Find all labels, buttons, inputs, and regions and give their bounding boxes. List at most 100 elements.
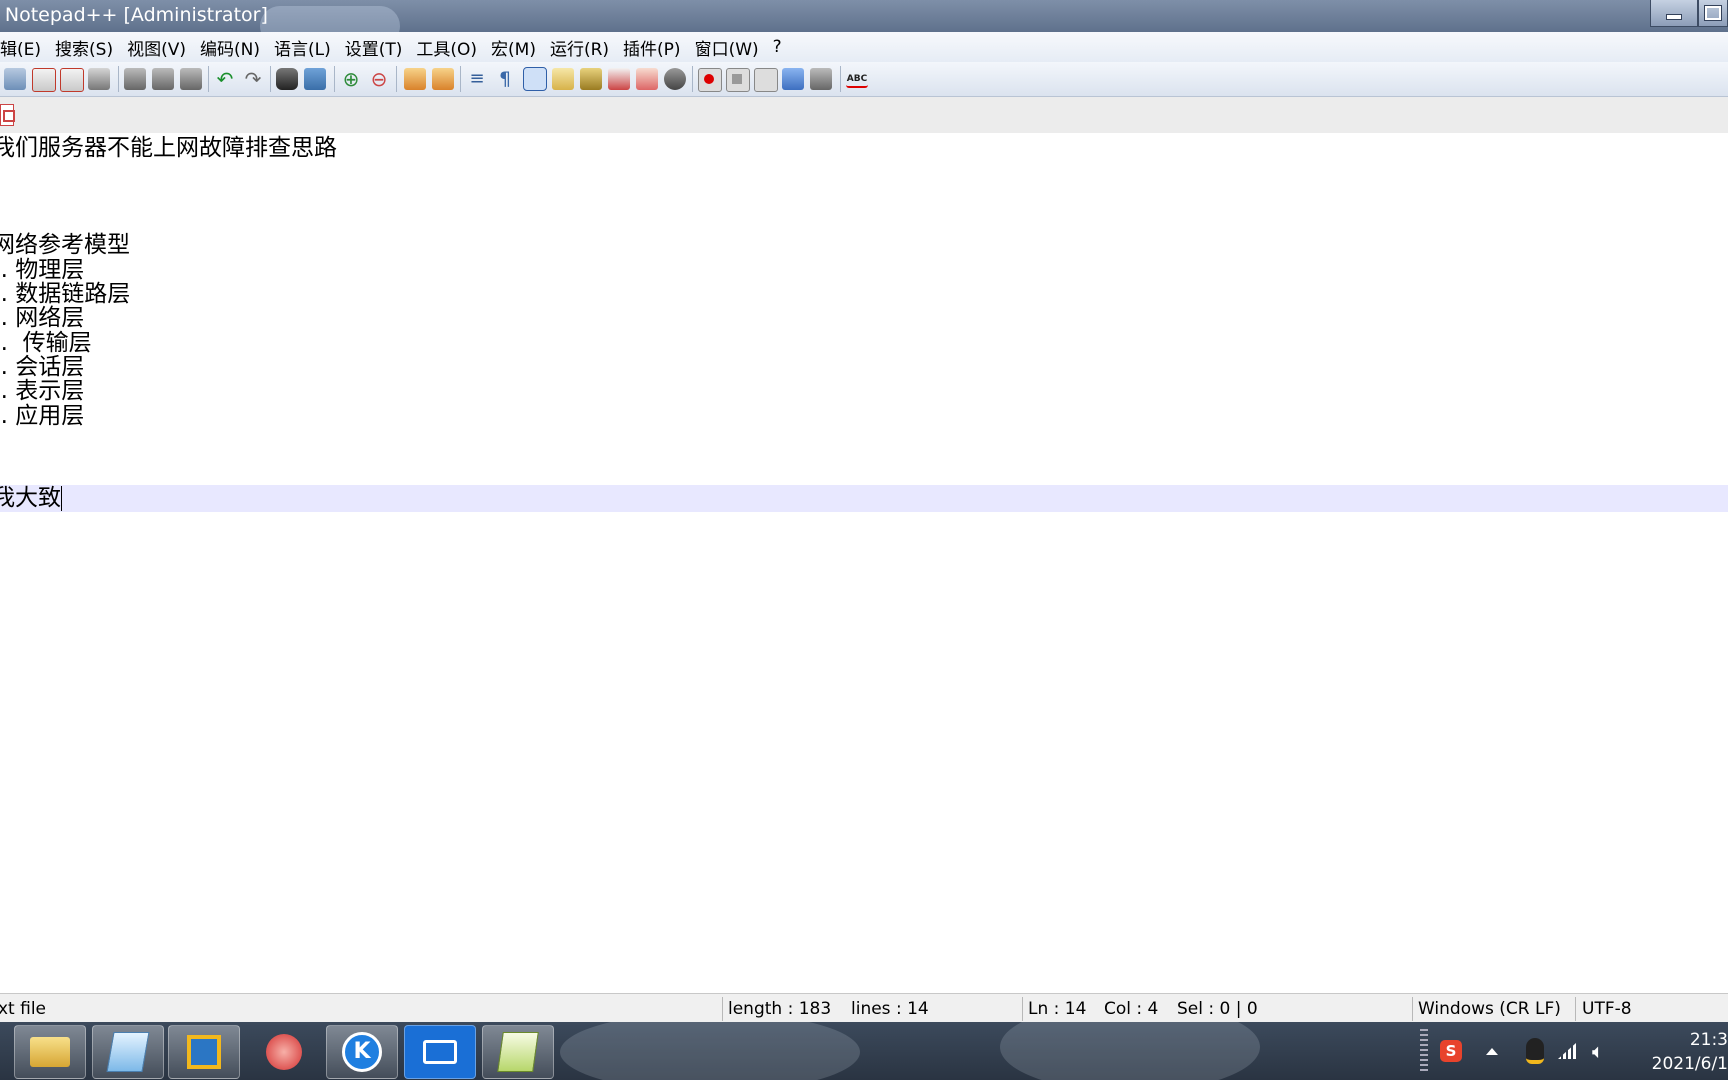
minimize-icon [1666,14,1682,20]
stop-record-icon[interactable] [726,68,750,92]
editor-line-9: 4. 传输层 [0,330,92,356]
paste-icon[interactable] [180,68,202,90]
status-divider [722,997,723,1021]
taskbar: K S 🔈︎ 21:3 2021/6/1 [0,1022,1728,1080]
taskbar-app-file-explorer[interactable] [14,1025,86,1079]
k-app-icon: K [342,1032,382,1072]
taskbar-app-virtualbox[interactable] [168,1025,240,1079]
menu-window[interactable]: 窗口(W) [688,35,766,60]
status-eol[interactable]: Windows (CR LF) [1418,999,1561,1019]
editor-line-1: 我们服务器不能上网故障排查思路 [0,135,337,161]
status-length: length : 183 [728,999,832,1019]
doc-map-icon[interactable] [608,68,630,90]
toolbar-separator [270,66,271,92]
folder-workspace-icon[interactable] [636,68,658,90]
menu-encoding[interactable]: 编码(N) [193,35,267,60]
toolbar-separator [334,66,335,92]
word-wrap-icon[interactable]: ≡ [466,68,488,90]
status-sel: Sel : 0 | 0 [1177,999,1258,1019]
virtualbox-icon [187,1035,221,1069]
menu-run[interactable]: 运行(R) [543,35,616,60]
video-recorder-icon [423,1040,457,1064]
run-macro-multiple-icon[interactable] [782,68,804,90]
document-tab-icon[interactable] [0,104,15,126]
toolbar-separator [692,66,693,92]
play-macro-icon[interactable] [754,68,778,92]
menu-language[interactable]: 语言(L) [267,35,338,60]
taskbar-app-notepad-plus-plus[interactable] [482,1025,554,1079]
editor-line-11: 6. 表示层 [0,378,85,404]
wallpaper-glimpse [260,6,400,32]
qq-tray-icon[interactable] [1526,1038,1544,1064]
close-all-icon[interactable] [4,68,26,90]
file-explorer-icon [30,1037,70,1067]
save-macro-icon[interactable] [810,68,832,90]
status-divider [1022,997,1023,1021]
print-icon[interactable] [88,68,110,90]
cut-icon[interactable] [124,68,146,90]
editor-line-12: 7. 应用层 [0,403,85,429]
maximize-button[interactable] [1698,0,1728,27]
taskbar-app-video[interactable] [404,1025,476,1079]
taskbar-app-k[interactable]: K [326,1025,398,1079]
editor-line-6: 1. 物理层 [0,257,85,283]
replace-icon[interactable] [304,68,326,90]
user-language-icon[interactable] [552,68,574,90]
sync-horizontal-icon[interactable] [432,68,454,90]
editor-line-14: 我大致 [0,485,62,512]
function-list-icon[interactable] [580,68,602,90]
menu-settings[interactable]: 设置(T) [338,35,410,60]
monitor-icon[interactable] [664,68,686,90]
find-icon[interactable] [276,68,298,90]
close-all-but-icon[interactable] [60,68,84,92]
tray-clock[interactable]: 21:3 2021/6/1 [1652,1028,1728,1076]
menu-plugins[interactable]: 插件(P) [616,35,688,60]
indent-guide-icon[interactable] [523,67,547,91]
wallpaper-texture [560,1022,860,1080]
toolbar-separator [208,66,209,92]
volume-icon[interactable]: 🔈︎ [1592,1041,1604,1061]
menu-view[interactable]: 视图(V) [120,35,193,60]
taskbar-app-notepad[interactable] [92,1025,164,1079]
network-signal-icon[interactable] [1558,1043,1576,1059]
editor-line-10: 5. 会话层 [0,354,85,380]
taskbar-app-snail[interactable] [248,1025,320,1079]
current-line-highlight [0,485,1728,512]
system-tray: S 🔈︎ [1420,1022,1604,1080]
editor-line-7: 2. 数据链路层 [0,281,131,307]
copy-icon[interactable] [152,68,174,90]
redo-icon[interactable]: ↷ [242,68,264,90]
toolbar: ↶ ↷ ⊕ ⊖ ≡ ¶ ABC [0,62,1728,97]
sogou-ime-icon[interactable]: S [1440,1040,1462,1062]
status-lines: lines : 14 [851,999,929,1019]
show-hidden-icons-icon[interactable] [1486,1047,1498,1055]
menu-bar: 辑(E) 搜索(S) 视图(V) 编码(N) 语言(L) 设置(T) 工具(O)… [0,32,1728,62]
record-macro-icon[interactable] [698,68,722,92]
zoom-in-icon[interactable]: ⊕ [340,68,362,90]
snail-app-icon [266,1034,302,1070]
menu-edit[interactable]: 辑(E) [0,35,48,60]
toolbar-separator [840,66,841,92]
menu-help[interactable]: ? [766,37,789,57]
close-icon[interactable] [32,68,56,92]
window-title: - Notepad++ [Administrator] [0,4,268,26]
show-all-chars-icon[interactable]: ¶ [494,68,516,90]
menu-tools[interactable]: 工具(O) [409,35,484,60]
status-encoding[interactable]: UTF-8 [1582,999,1632,1019]
status-bar: xt file length : 183 lines : 14 Ln : 14 … [0,993,1728,1023]
toolbar-separator [460,66,461,92]
editor-line-8: 3. 网络层 [0,305,85,331]
title-bar: - Notepad++ [Administrator] [0,0,1728,32]
editor-area[interactable]: 我们服务器不能上网故障排查思路 网络参考模型 1. 物理层 2. 数据链路层 3… [0,133,1728,993]
spell-check-icon[interactable]: ABC [846,68,868,88]
minimize-button[interactable] [1650,0,1698,27]
undo-icon[interactable]: ↶ [214,68,236,90]
sync-vertical-icon[interactable] [404,68,426,90]
clock-date: 2021/6/1 [1651,1054,1728,1074]
menu-macro[interactable]: 宏(M) [484,35,543,60]
menu-search[interactable]: 搜索(S) [48,35,120,60]
tab-bar [0,97,1728,134]
editor-line-5: 网络参考模型 [0,232,130,258]
wallpaper-texture [1000,1022,1260,1080]
zoom-out-icon[interactable]: ⊖ [368,68,390,90]
